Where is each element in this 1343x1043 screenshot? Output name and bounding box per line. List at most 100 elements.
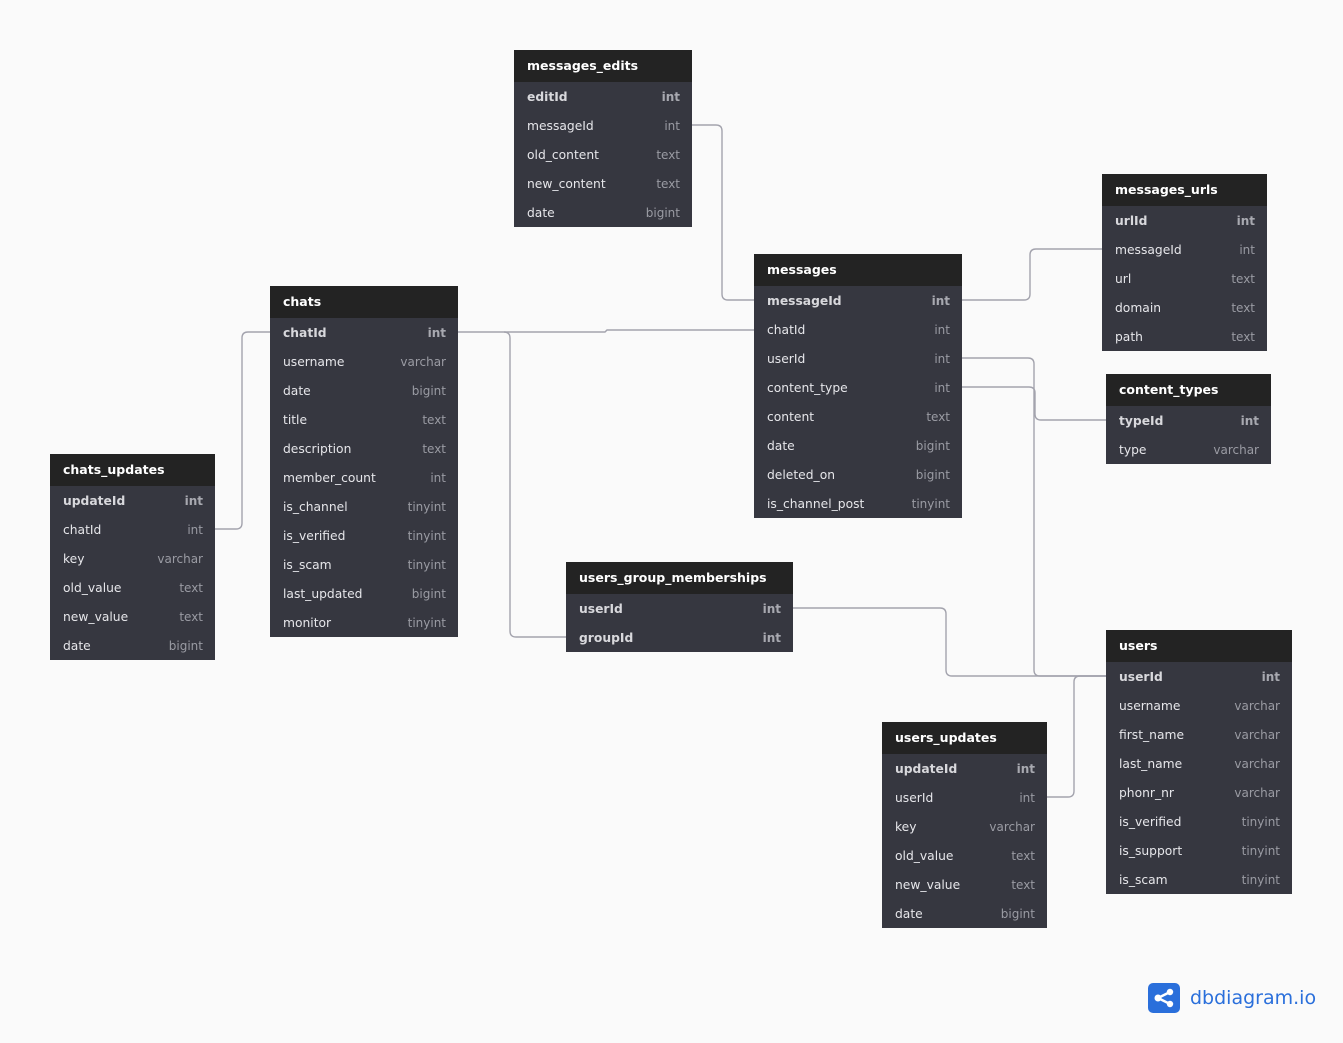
field-type: int: [1016, 761, 1035, 776]
table-field-row[interactable]: title text: [270, 405, 458, 434]
table-field-row[interactable]: messageId int: [514, 111, 692, 140]
table-field-row[interactable]: new_value text: [50, 602, 215, 631]
table-field-row[interactable]: username varchar: [270, 347, 458, 376]
table-field-row[interactable]: last_updated bigint: [270, 579, 458, 608]
table-field-row[interactable]: userId int: [566, 594, 793, 623]
field-type: text: [422, 412, 446, 427]
table-header[interactable]: chats_updates: [50, 454, 215, 486]
table-field-row[interactable]: type varchar: [1106, 435, 1271, 464]
table-field-row[interactable]: content_type int: [754, 373, 962, 402]
table-field-row[interactable]: is_channel tinyint: [270, 492, 458, 521]
edge-messages-edits-to-messages[interactable]: [692, 124, 754, 301]
table-field-row[interactable]: domain text: [1102, 293, 1267, 322]
table-field-row[interactable]: key varchar: [882, 812, 1047, 841]
field-type: int: [762, 601, 781, 616]
table-field-row[interactable]: date bigint: [882, 899, 1047, 928]
table-field-row[interactable]: key varchar: [50, 544, 215, 573]
table-field-row[interactable]: first_name varchar: [1106, 720, 1292, 749]
table-users-updates[interactable]: users_updates updateId int userId int key varc…: [882, 722, 1047, 928]
table-messages-edits[interactable]: messages_edits editId int messageId int old_c…: [514, 50, 692, 227]
table-header[interactable]: messages_urls: [1102, 174, 1267, 206]
table-field-row[interactable]: new_content text: [514, 169, 692, 198]
table-field-row[interactable]: date bigint: [270, 376, 458, 405]
table-field-row[interactable]: groupId int: [566, 623, 793, 652]
field-name: chatId: [63, 522, 102, 537]
field-type: bigint: [411, 586, 446, 601]
table-header[interactable]: messages_edits: [514, 50, 692, 82]
table-field-row[interactable]: chatId int: [754, 315, 962, 344]
table-header[interactable]: users_group_memberships: [566, 562, 793, 594]
field-name: key: [895, 819, 917, 834]
field-type: bigint: [1000, 906, 1035, 921]
table-field-row[interactable]: is_scam tinyint: [1106, 865, 1292, 894]
field-name: typeId: [1119, 413, 1164, 428]
table-field-row[interactable]: is_verified tinyint: [270, 521, 458, 550]
table-field-row[interactable]: is_scam tinyint: [270, 550, 458, 579]
field-name: phonr_nr: [1119, 785, 1174, 800]
table-field-row[interactable]: urlId int: [1102, 206, 1267, 235]
table-field-row[interactable]: path text: [1102, 322, 1267, 351]
table-header[interactable]: users: [1106, 630, 1292, 662]
field-type: int: [1240, 413, 1259, 428]
table-field-row[interactable]: userId int: [882, 783, 1047, 812]
edge-chats-to-messages[interactable]: [458, 329, 754, 333]
table-chats[interactable]: chats chatId int username varchar date bigint t…: [270, 286, 458, 637]
edge-users-updates-to-users[interactable]: [1047, 675, 1106, 798]
table-field-row[interactable]: chatId int: [270, 318, 458, 347]
table-field-row[interactable]: userId int: [1106, 662, 1292, 691]
field-name: member_count: [283, 470, 376, 485]
table-field-row[interactable]: updateId int: [882, 754, 1047, 783]
field-type: bigint: [915, 467, 950, 482]
field-name: userId: [1119, 669, 1163, 684]
table-messages[interactable]: messages messageId int chatId int userId int co…: [754, 254, 962, 518]
table-field-row[interactable]: description text: [270, 434, 458, 463]
table-header[interactable]: messages: [754, 254, 962, 286]
table-field-row[interactable]: new_value text: [882, 870, 1047, 899]
table-field-row[interactable]: monitor tinyint: [270, 608, 458, 637]
table-users-group-memberships[interactable]: users_group_memberships userId int groupId i…: [566, 562, 793, 652]
field-name: is_scam: [1119, 872, 1168, 887]
table-field-row[interactable]: content text: [754, 402, 962, 431]
edge-group-memberships-to-chats[interactable]: [503, 331, 566, 638]
edge-chats-updates-to-chats[interactable]: [215, 331, 270, 530]
table-header[interactable]: content_types: [1106, 374, 1271, 406]
table-field-row[interactable]: is_support tinyint: [1106, 836, 1292, 865]
table-header[interactable]: users_updates: [882, 722, 1047, 754]
field-name: date: [767, 438, 795, 453]
table-field-row[interactable]: is_verified tinyint: [1106, 807, 1292, 836]
field-type: bigint: [915, 438, 950, 453]
table-field-row[interactable]: old_value text: [882, 841, 1047, 870]
table-field-row[interactable]: editId int: [514, 82, 692, 111]
table-field-row[interactable]: last_name varchar: [1106, 749, 1292, 778]
table-header[interactable]: chats: [270, 286, 458, 318]
table-field-row[interactable]: messageId int: [754, 286, 962, 315]
table-field-row[interactable]: messageId int: [1102, 235, 1267, 264]
table-field-row[interactable]: old_value text: [50, 573, 215, 602]
table-field-row[interactable]: date bigint: [514, 198, 692, 227]
brand-logo[interactable]: dbdiagram.io: [1148, 983, 1316, 1013]
field-type: int: [934, 351, 950, 366]
table-field-row[interactable]: username varchar: [1106, 691, 1292, 720]
edge-group-memberships-to-users[interactable]: [793, 607, 1106, 677]
field-name: is_verified: [283, 528, 346, 543]
table-content-types[interactable]: content_types typeId int type varchar: [1106, 374, 1271, 464]
table-field-row[interactable]: url text: [1102, 264, 1267, 293]
table-field-row[interactable]: is_channel_post tinyint: [754, 489, 962, 518]
table-field-row[interactable]: phonr_nr varchar: [1106, 778, 1292, 807]
table-field-row[interactable]: typeId int: [1106, 406, 1271, 435]
table-field-row[interactable]: old_content text: [514, 140, 692, 169]
table-field-row[interactable]: chatId int: [50, 515, 215, 544]
field-name: userId: [895, 790, 934, 805]
table-messages-urls[interactable]: messages_urls urlId int messageId int url text…: [1102, 174, 1267, 351]
table-field-row[interactable]: deleted_on bigint: [754, 460, 962, 489]
table-field-row[interactable]: updateId int: [50, 486, 215, 515]
field-name: title: [283, 412, 308, 427]
edge-messages-to-users[interactable]: [962, 357, 1106, 677]
table-field-row[interactable]: date bigint: [50, 631, 215, 660]
edge-messages-to-messages-urls[interactable]: [962, 248, 1102, 301]
table-field-row[interactable]: userId int: [754, 344, 962, 373]
table-field-row[interactable]: date bigint: [754, 431, 962, 460]
table-chats-updates[interactable]: chats_updates updateId int chatId int key varc…: [50, 454, 215, 660]
table-users[interactable]: users userId int username varchar first_name v…: [1106, 630, 1292, 894]
table-field-row[interactable]: member_count int: [270, 463, 458, 492]
